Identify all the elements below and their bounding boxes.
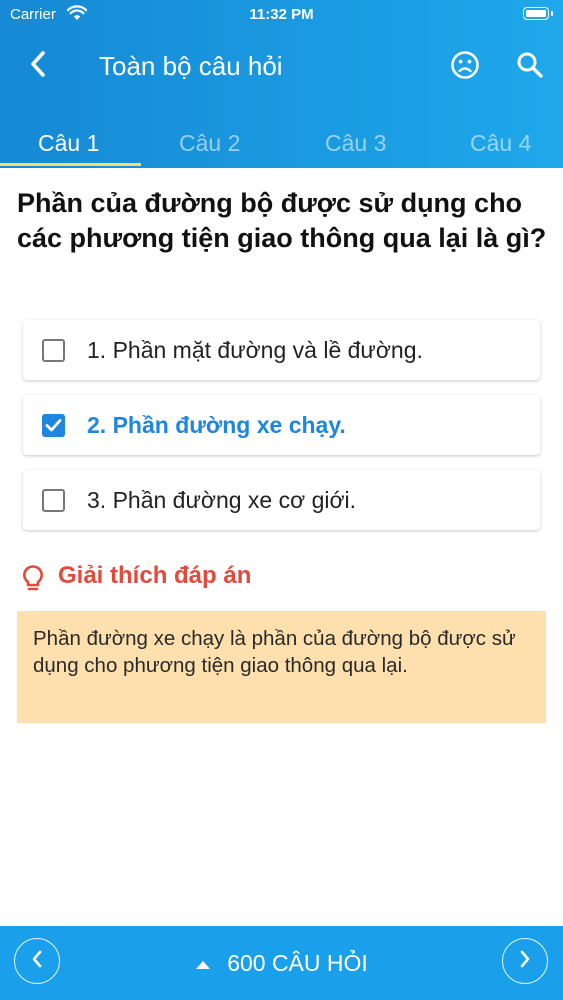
toolbar: Toàn bộ câu hỏi	[0, 36, 563, 96]
tab-question-1[interactable]: Câu 1	[38, 130, 99, 157]
status-time: 11:32 PM	[249, 6, 314, 23]
explanation-text: Phần đường xe chạy là phần của đường bộ …	[33, 627, 516, 677]
status-bar: Carrier 11:32 PM	[0, 0, 563, 30]
sad-face-icon	[450, 50, 480, 85]
tab-indicator	[0, 163, 141, 166]
answer-option-2[interactable]: 2. Phần đường xe chạy.	[23, 395, 540, 455]
answer-option-3[interactable]: 3. Phần đường xe cơ giới.	[23, 470, 540, 530]
caret-up-icon	[195, 949, 211, 976]
bottom-navigation-bar: 600 CÂU HỎI	[0, 926, 563, 1000]
chevron-right-icon	[519, 950, 531, 973]
explanation-title: Giải thích đáp án	[58, 562, 252, 589]
chevron-left-icon	[29, 50, 47, 83]
checkmark-icon	[45, 419, 62, 432]
feedback-button[interactable]	[446, 48, 484, 86]
app-header: Carrier 11:32 PM Toàn bộ câu hỏi Câu 1 C…	[0, 0, 563, 168]
explanation-box: Phần đường xe chạy là phần của đường bộ …	[17, 611, 546, 723]
answer-label: 1. Phần mặt đường và lề đường.	[87, 337, 423, 363]
search-button[interactable]	[511, 48, 549, 86]
answer-option-1[interactable]: 1. Phần mặt đường và lề đường.	[23, 320, 540, 380]
checkbox-checked[interactable]	[42, 414, 65, 437]
checkbox[interactable]	[42, 489, 65, 512]
question-tabs: Câu 1 Câu 2 Câu 3 Câu 4	[0, 118, 563, 168]
answer-label: 2. Phần đường xe chạy.	[87, 412, 346, 438]
next-question-button[interactable]	[502, 938, 548, 984]
question-list-button[interactable]: 600 CÂU HỎI	[0, 950, 563, 977]
question-text: Phần của đường bộ được sử dụng cho các p…	[17, 188, 547, 253]
back-button[interactable]	[18, 48, 58, 84]
tab-question-2[interactable]: Câu 2	[179, 130, 240, 157]
checkbox[interactable]	[42, 339, 65, 362]
battery-icon	[523, 7, 553, 20]
search-icon	[516, 51, 544, 84]
page-title: Toàn bộ câu hỏi	[99, 51, 283, 81]
tab-question-3[interactable]: Câu 3	[325, 130, 386, 157]
tab-question-4[interactable]: Câu 4	[470, 130, 531, 157]
question-count-label: 600 CÂU HỎI	[227, 950, 368, 976]
answer-label: 3. Phần đường xe cơ giới.	[87, 487, 357, 513]
lightbulb-icon	[20, 564, 46, 599]
